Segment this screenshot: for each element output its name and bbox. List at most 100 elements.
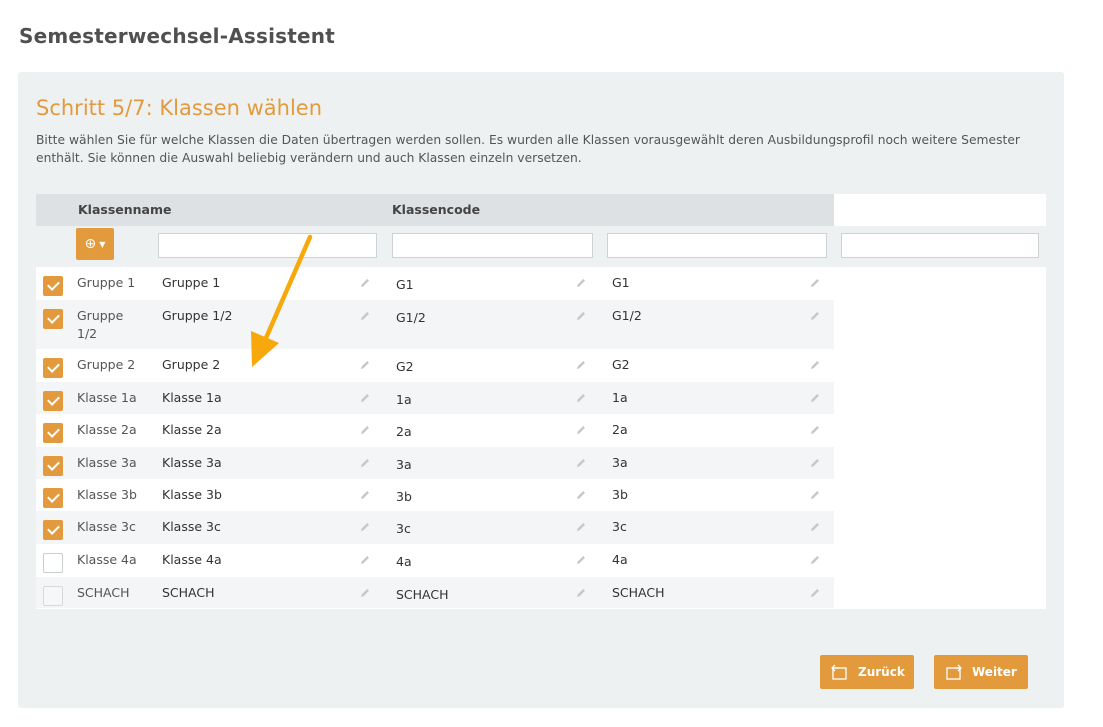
class-code-target-cell-text: 3c [612,519,627,534]
class-code-cell-text: SCHACH [396,587,449,602]
table-row: Klasse 3c Klasse 3c 3c 3c [36,511,834,544]
pencil-icon[interactable] [809,457,821,469]
class-code-target-cell-text: 2a [612,422,628,437]
pencil-icon[interactable] [575,587,587,599]
class-code-cell[interactable]: G1 [385,267,600,299]
pencil-icon[interactable] [359,554,371,566]
pencil-icon[interactable] [359,521,371,533]
pencil-icon[interactable] [809,489,821,501]
class-code-cell[interactable]: 3a [385,447,600,478]
pencil-icon[interactable] [809,424,821,436]
row-checkbox[interactable] [43,391,63,411]
filter-code2-input[interactable] [607,233,827,258]
pencil-icon[interactable] [359,587,371,599]
class-code-cell[interactable]: 3b [385,479,600,510]
class-code-target-cell-text: 1a [612,390,628,405]
next-button[interactable]: Weiter [934,655,1028,689]
pencil-icon[interactable] [809,554,821,566]
class-name-cell-text: SCHACH [162,585,215,600]
class-name-cell[interactable]: Klasse 4a [151,544,384,576]
checkmark-icon [46,458,60,471]
class-code-target-cell-text: 3a [612,455,628,470]
pencil-icon[interactable] [359,310,371,322]
filter-name-input[interactable] [158,233,377,258]
row-checkbox[interactable] [43,358,63,378]
row-checkbox[interactable] [43,423,63,443]
class-name-cell[interactable]: Klasse 3a [151,447,384,478]
row-label: Klasse 2a [77,422,137,437]
class-code-cell-text: G1 [396,277,414,292]
pencil-icon[interactable] [809,521,821,533]
pencil-icon[interactable] [575,489,587,501]
pencil-icon[interactable] [575,424,587,436]
class-code-target-cell[interactable]: 3a [601,447,834,478]
class-name-cell[interactable]: Klasse 3c [151,511,384,543]
class-name-cell[interactable]: Gruppe 1/2 [151,300,384,333]
class-name-cell[interactable]: Klasse 1a [151,382,384,413]
row-label: Klasse 3c [77,519,136,534]
row-checkbox[interactable] [43,488,63,508]
class-code-cell[interactable]: 1a [385,382,600,413]
class-code-target-cell[interactable]: G2 [601,349,834,381]
pencil-icon[interactable] [359,424,371,436]
table-row: Gruppe 1/2 Gruppe 1/2 G1/2 G1/2 [36,300,834,349]
pencil-icon[interactable] [575,554,587,566]
row-checkbox[interactable] [43,276,63,296]
filter-code-input[interactable] [392,233,593,258]
pencil-icon[interactable] [359,359,371,371]
pencil-icon[interactable] [809,587,821,599]
checkmark-icon [46,522,60,535]
add-dropdown-button[interactable]: ⊕ ▼ [76,228,114,260]
forward-icon [946,664,962,680]
checkmark-icon [46,311,60,324]
pencil-icon[interactable] [575,392,587,404]
class-code-target-cell[interactable]: G1 [601,267,834,299]
column-header-klassencode[interactable]: Klassencode [392,202,480,217]
class-code-target-cell[interactable]: 1a [601,382,834,413]
row-checkbox[interactable] [43,553,63,573]
pencil-icon[interactable] [809,277,821,289]
pencil-icon[interactable] [359,277,371,289]
row-checkbox[interactable] [43,520,63,540]
class-name-cell[interactable]: Gruppe 1 [151,267,384,299]
pencil-icon[interactable] [809,392,821,404]
back-icon [831,664,847,680]
filter-extra-input[interactable] [841,233,1039,258]
pencil-icon[interactable] [809,310,821,322]
class-code-cell[interactable]: G1/2 [385,300,600,333]
pencil-icon[interactable] [359,489,371,501]
class-code-cell[interactable]: 3c [385,511,600,543]
table-row: Gruppe 2 Gruppe 2 G2 G2 [36,349,834,382]
pencil-icon[interactable] [359,457,371,469]
class-code-cell[interactable]: G2 [385,349,600,381]
pencil-icon[interactable] [575,457,587,469]
caret-down-icon: ▼ [99,239,106,249]
class-code-target-cell[interactable]: 3b [601,479,834,510]
class-name-cell[interactable]: Klasse 3b [151,479,384,510]
back-button[interactable]: Zurück [820,655,914,689]
class-name-cell[interactable]: Gruppe 2 [151,349,384,381]
class-code-cell[interactable]: 4a [385,544,600,576]
class-name-cell[interactable]: Klasse 2a [151,414,384,446]
class-name-cell[interactable]: SCHACH [151,577,384,607]
class-code-cell[interactable]: 2a [385,414,600,446]
class-code-target-cell[interactable]: 2a [601,414,834,446]
column-header-klassenname[interactable]: Klassenname [78,202,172,217]
class-code-target-cell[interactable]: SCHACH [601,577,834,607]
pencil-icon[interactable] [575,521,587,533]
class-name-cell-text: Klasse 4a [162,552,222,567]
table-row: Klasse 3a Klasse 3a 3a 3a [36,447,834,479]
class-code-target-cell[interactable]: 4a [601,544,834,576]
class-code-target-cell[interactable]: G1/2 [601,300,834,333]
pencil-icon[interactable] [575,359,587,371]
pencil-icon[interactable] [575,310,587,322]
class-code-target-cell[interactable]: 3c [601,511,834,543]
row-checkbox[interactable] [43,456,63,476]
pencil-icon[interactable] [359,392,371,404]
step-description: Bitte wählen Sie für welche Klassen die … [36,133,1020,165]
row-checkbox[interactable] [43,309,63,329]
pencil-icon[interactable] [809,359,821,371]
class-code-cell[interactable]: SCHACH [385,577,600,607]
pencil-icon[interactable] [575,277,587,289]
class-name-cell-text: Klasse 1a [162,390,222,405]
